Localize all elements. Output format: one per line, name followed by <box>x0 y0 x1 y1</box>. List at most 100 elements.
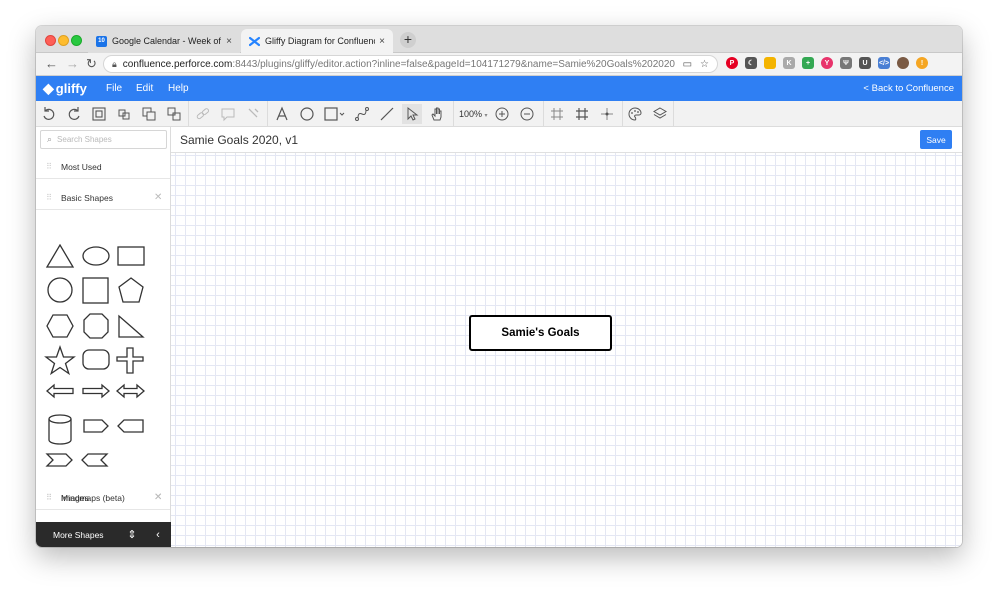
circle-shape[interactable] <box>47 277 73 303</box>
save-button[interactable]: Save <box>920 130 952 149</box>
menu-edit[interactable]: Edit <box>136 83 153 94</box>
document-title[interactable]: Samie Goals 2020, v1 <box>180 133 298 147</box>
back-arrow-icon[interactable]: ← <box>45 56 58 72</box>
url-path: :8443/plugins/gliffy/editor.action?inlin… <box>232 58 675 70</box>
left-arrow-shape[interactable] <box>46 383 74 399</box>
collapse-sections-icon[interactable]: ⇕ <box>119 528 145 541</box>
tab-strip: 10 Google Calendar - Week of Dec × Gliff… <box>36 26 962 53</box>
guides-icon[interactable] <box>597 104 617 124</box>
rectangle-shape[interactable] <box>117 246 145 266</box>
bring-forward-icon[interactable] <box>139 104 159 124</box>
pointer-tool-icon[interactable] <box>402 104 422 124</box>
y-extension-icon[interactable]: Y <box>821 57 833 69</box>
zoom-in-icon[interactable] <box>492 104 512 124</box>
zoom-level: 100% <box>459 109 483 119</box>
more-shapes-label: More Shapes <box>53 529 104 540</box>
back-to-confluence-link[interactable]: < Back to Confluence <box>863 83 954 94</box>
tab-title: Gliffy Diagram for Confluence <box>265 36 375 46</box>
close-section-icon[interactable]: ✕ <box>154 192 170 203</box>
tab-gliffy-diagram[interactable]: Gliffy Diagram for Confluence × <box>241 29 393 53</box>
snap-to-grid-icon[interactable] <box>547 104 567 124</box>
more-shapes-bar[interactable]: More Shapes ⇕ ‹ <box>36 522 171 547</box>
pentagon-arrow-right-shape[interactable] <box>83 419 109 433</box>
redo-icon[interactable] <box>64 104 84 124</box>
double-arrow-shape[interactable] <box>116 383 145 399</box>
notification-icon[interactable]: ! <box>916 57 928 69</box>
hexagon-shape[interactable] <box>46 314 74 338</box>
diagram-canvas[interactable]: Samie's Goals <box>171 153 962 547</box>
layers-icon[interactable] <box>650 104 670 124</box>
rectangle-tool-icon[interactable] <box>322 104 348 124</box>
hand-tool-icon[interactable] <box>427 104 447 124</box>
send-backward-icon[interactable] <box>164 104 184 124</box>
pinterest-icon[interactable]: P <box>726 57 738 69</box>
bookmark-star-icon[interactable]: ☆ <box>700 59 709 70</box>
page-layout-icon[interactable] <box>89 104 109 124</box>
shape-label: Samie's Goals <box>501 327 580 339</box>
tab-google-calendar[interactable]: 10 Google Calendar - Week of Dec × <box>88 29 240 53</box>
new-tab-button[interactable]: + <box>400 32 416 48</box>
drag-handle-icon[interactable]: ⠿ <box>36 193 61 202</box>
code-extension-icon[interactable]: </> <box>878 57 890 69</box>
fork-extension-icon[interactable]: Ψ <box>840 57 852 69</box>
k-extension-icon[interactable]: K <box>783 57 795 69</box>
zoom-out-icon[interactable] <box>517 104 537 124</box>
shield-extension-icon[interactable]: U <box>859 57 871 69</box>
group-icon[interactable] <box>114 104 134 124</box>
drag-handle-icon[interactable]: ⠿ <box>36 162 61 171</box>
theme-palette-icon[interactable] <box>625 104 645 124</box>
chevron-right-shape[interactable] <box>45 453 73 467</box>
forward-arrow-icon[interactable]: → <box>66 56 79 72</box>
menu-file[interactable]: File <box>106 83 122 94</box>
section-label: Most Used <box>61 161 102 172</box>
close-section-icon[interactable]: ✕ <box>154 492 170 503</box>
pentagon-shape[interactable] <box>118 277 144 303</box>
undo-icon[interactable] <box>39 104 59 124</box>
zoom-select[interactable]: 100% ▾ <box>459 109 488 119</box>
pentagon-arrow-left-shape[interactable] <box>117 419 144 433</box>
octagon-shape[interactable] <box>83 313 109 339</box>
avatar-icon[interactable] <box>897 57 909 69</box>
triangle-shape[interactable] <box>45 244 75 268</box>
ellipse-tool-icon[interactable] <box>297 104 317 124</box>
section-most-used[interactable]: ⠿ Most Used <box>36 155 170 179</box>
docs-icon[interactable] <box>764 57 776 69</box>
url-input[interactable]: 🔒︎ confluence.perforce.com:8443/plugins/… <box>103 55 718 73</box>
search-shapes-input[interactable]: ⌕ Search Shapes <box>40 130 167 149</box>
cross-shape[interactable] <box>116 347 144 374</box>
connector-tool-icon[interactable] <box>352 104 372 124</box>
confluence-icon <box>249 36 260 47</box>
section-mindmaps[interactable]: ⠿ Mindmaps (beta) ✕ <box>36 486 170 510</box>
diagram-shape-box[interactable]: Samie's Goals <box>469 315 612 351</box>
cast-icon[interactable]: ▭ <box>683 59 692 70</box>
line-tool-icon[interactable] <box>377 104 397 124</box>
text-tool-icon[interactable] <box>272 104 292 124</box>
drag-handle-icon[interactable]: ⠿ <box>36 493 61 502</box>
tab-title: Google Calendar - Week of Dec <box>112 36 222 46</box>
search-icon: ⌕ <box>47 134 53 144</box>
ellipse-shape[interactable] <box>82 246 110 266</box>
section-basic-shapes[interactable]: ⠿ Basic Shapes ✕ <box>36 186 170 210</box>
close-tab-icon[interactable]: × <box>222 36 232 47</box>
url-host: confluence.perforce.com <box>122 58 233 70</box>
collapse-sidebar-icon[interactable]: ‹ <box>145 529 171 541</box>
right-triangle-shape[interactable] <box>118 314 145 338</box>
grid-icon[interactable] <box>572 104 592 124</box>
moon-icon[interactable]: ☾ <box>745 57 757 69</box>
square-shape[interactable] <box>82 277 109 304</box>
comment-icon[interactable] <box>218 104 238 124</box>
chevron-left-shape[interactable] <box>81 453 109 467</box>
editor-toolbar: 100% ▾ <box>36 101 962 127</box>
close-tab-icon[interactable]: × <box>375 36 385 47</box>
close-window-button[interactable] <box>45 35 56 46</box>
star-shape[interactable] <box>44 345 76 376</box>
plus-extension-icon[interactable]: + <box>802 57 814 69</box>
reload-icon[interactable]: ↻ <box>86 56 97 72</box>
minimize-window-button[interactable] <box>58 35 69 46</box>
rounded-rectangle-shape[interactable] <box>82 349 110 370</box>
right-arrow-shape[interactable] <box>82 383 110 399</box>
link-icon[interactable] <box>193 104 213 124</box>
maximize-window-button[interactable] <box>71 35 82 46</box>
menu-help[interactable]: Help <box>168 83 189 94</box>
format-painter-icon[interactable] <box>243 104 263 124</box>
